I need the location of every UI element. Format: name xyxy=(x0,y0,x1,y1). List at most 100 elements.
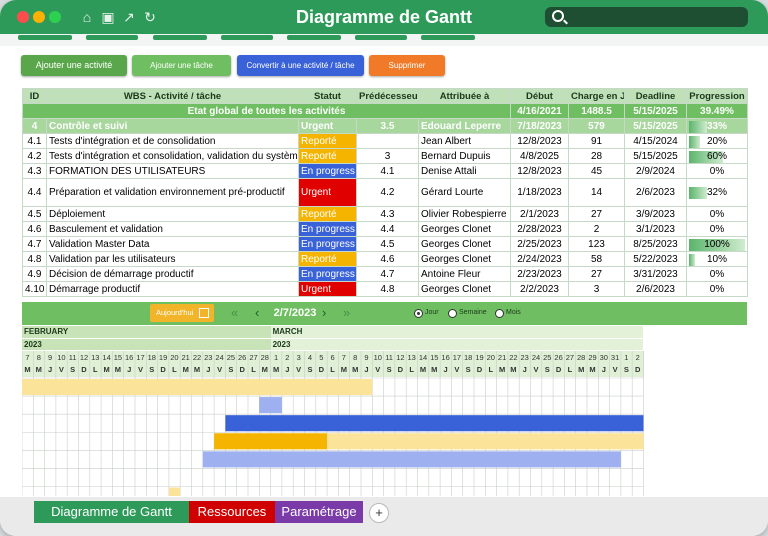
task-row[interactable]: 4.8 Validation par les utilisateurs Report… xyxy=(22,251,748,267)
row-assignee: Georges Clonet xyxy=(418,281,511,297)
timeline-toolbar xyxy=(22,302,747,325)
task-row[interactable]: 4.1 Tests d'intégration et de consolidati… xyxy=(22,133,748,149)
sheet-tab-resources[interactable]: Ressources xyxy=(189,501,275,523)
row-id: 4.8 xyxy=(22,251,47,267)
ribbon-tab[interactable] xyxy=(153,35,207,40)
progress-text: 100% xyxy=(704,238,730,250)
gantt-bar[interactable] xyxy=(225,415,644,432)
add-sheet-button[interactable]: + xyxy=(369,503,389,523)
summary-start: 4/16/2021 xyxy=(510,103,569,119)
ribbon-tab[interactable] xyxy=(18,35,72,40)
convert-button[interactable]: Convertir à une activité / tâche xyxy=(237,55,364,76)
progress-text: 0% xyxy=(709,283,725,295)
row-progress: 100% xyxy=(686,236,748,252)
row-deadline: 5/15/2025 xyxy=(624,118,687,134)
ribbon-tab[interactable] xyxy=(355,35,407,40)
ribbon-tab[interactable] xyxy=(421,35,475,40)
task-row[interactable]: 4.10 Démarrage productif Urgent 4.8 Georges … xyxy=(22,281,748,297)
column-header[interactable]: Attribuée à xyxy=(418,88,511,104)
row-predecessor: 4.6 xyxy=(356,251,419,267)
add-activity-button[interactable]: Ajouter une activité xyxy=(21,55,127,76)
progress-text: 20% xyxy=(706,135,727,147)
prev-icon[interactable]: ‹ xyxy=(255,305,259,321)
view-week-radio[interactable] xyxy=(448,309,457,318)
row-assignee: Bernard Dupuis xyxy=(418,148,511,164)
gantt-bar[interactable] xyxy=(327,433,644,450)
row-wbs: Tests d'intégration et de consolidation xyxy=(46,133,299,149)
column-header[interactable]: ID xyxy=(22,88,47,104)
row-start: 1/18/2023 xyxy=(510,178,569,207)
row-assignee: Gérard Lourte xyxy=(418,178,511,207)
activity-row[interactable]: 4 Contrôle et suivi Urgent 3.5 Edouard Leper… xyxy=(22,118,748,134)
next-icon[interactable]: › xyxy=(322,305,326,321)
task-row[interactable]: 4.2 Tests d'intégration et consolidation,… xyxy=(22,148,748,164)
row-deadline: 2/9/2024 xyxy=(624,163,687,179)
row-status: En progress xyxy=(298,163,357,179)
task-row[interactable]: 4.5 Déploiement Reporté 4.3 Olivier Robespie… xyxy=(22,206,748,222)
gantt-bar[interactable] xyxy=(22,379,373,396)
minimize-window-icon[interactable] xyxy=(33,11,45,23)
summary-row: Etat global de toutes les activités 4/16… xyxy=(22,103,748,119)
today-label: Aujourd'hui xyxy=(156,308,194,317)
row-start: 2/28/2023 xyxy=(510,221,569,237)
home-icon[interactable]: ⌂ xyxy=(78,8,96,26)
row-progress: 33% xyxy=(686,118,748,134)
row-status: En progress xyxy=(298,236,357,252)
delete-button[interactable]: Supprimer xyxy=(369,55,445,76)
fast-forward-icon[interactable]: » xyxy=(343,305,350,321)
row-start: 2/23/2023 xyxy=(510,266,569,282)
task-row[interactable]: 4.4 Préparation et validation environneme… xyxy=(22,178,748,207)
gantt-bar[interactable] xyxy=(168,487,181,496)
progress-text: 0% xyxy=(709,268,725,280)
column-header[interactable]: Statut xyxy=(298,88,357,104)
task-row[interactable]: 4.3 FORMATION DES UTILISATEURS En progress… xyxy=(22,163,748,179)
task-row[interactable]: 4.9 Décision de démarrage productif En pro… xyxy=(22,266,748,282)
column-header[interactable]: Progression xyxy=(686,88,748,104)
row-load: 28 xyxy=(568,148,625,164)
close-window-icon[interactable] xyxy=(17,11,29,23)
maximize-window-icon[interactable] xyxy=(49,11,61,23)
row-id: 4.3 xyxy=(22,163,47,179)
row-deadline: 5/22/2023 xyxy=(624,251,687,267)
column-header[interactable]: WBS - Activité / tâche xyxy=(46,88,299,104)
activity-table: ID WBS - Activité / tâche Statut Prédécesse… xyxy=(22,88,748,297)
search-input[interactable] xyxy=(545,7,748,27)
row-status: Reporté xyxy=(298,133,357,149)
save-icon[interactable]: ▣ xyxy=(99,8,117,26)
gantt-bar[interactable] xyxy=(214,433,328,450)
gantt-bar[interactable] xyxy=(259,397,282,414)
refresh-icon[interactable]: ↻ xyxy=(141,8,159,26)
gantt-bar[interactable] xyxy=(202,451,621,468)
ribbon-tab[interactable] xyxy=(221,35,273,40)
sheet-tab-gantt[interactable]: Diagramme de Gantt xyxy=(34,501,189,523)
ribbon-tab[interactable] xyxy=(86,35,138,40)
row-predecessor: 4.2 xyxy=(356,178,419,207)
row-predecessor: 4.7 xyxy=(356,266,419,282)
task-row[interactable]: 4.7 Validation Master Data En progress 4.5 G… xyxy=(22,236,748,252)
task-row[interactable]: 4.6 Basculement et validation En progress 4… xyxy=(22,221,748,237)
row-deadline: 3/1/2023 xyxy=(624,221,687,237)
progress-text: 32% xyxy=(706,187,727,198)
view-month-radio[interactable] xyxy=(495,309,504,318)
share-icon[interactable]: ↗ xyxy=(120,8,138,26)
view-day-radio[interactable] xyxy=(414,309,423,318)
row-start: 4/8/2025 xyxy=(510,148,569,164)
row-predecessor: 4.5 xyxy=(356,236,419,252)
ribbon-tab[interactable] xyxy=(287,35,341,40)
progress-text: 0% xyxy=(709,165,725,177)
fast-back-icon[interactable]: « xyxy=(231,305,238,321)
column-header[interactable]: Début xyxy=(510,88,569,104)
progress-text: 0% xyxy=(709,208,725,220)
add-task-button[interactable]: Ajouter une tâche xyxy=(132,55,231,76)
row-wbs: Déploiement xyxy=(46,206,299,222)
row-status: Urgent xyxy=(298,281,357,297)
column-header[interactable]: Prédécesseur xyxy=(356,88,419,104)
column-header[interactable]: Charge en J xyxy=(568,88,625,104)
column-header[interactable]: Deadline xyxy=(624,88,687,104)
sheet-tab-settings[interactable]: Paramétrage xyxy=(275,501,363,523)
row-progress: 0% xyxy=(686,163,748,179)
row-progress: 20% xyxy=(686,133,748,149)
today-button[interactable]: Aujourd'hui xyxy=(150,304,214,322)
row-start: 12/8/2023 xyxy=(510,163,569,179)
gantt-grid xyxy=(22,351,644,496)
